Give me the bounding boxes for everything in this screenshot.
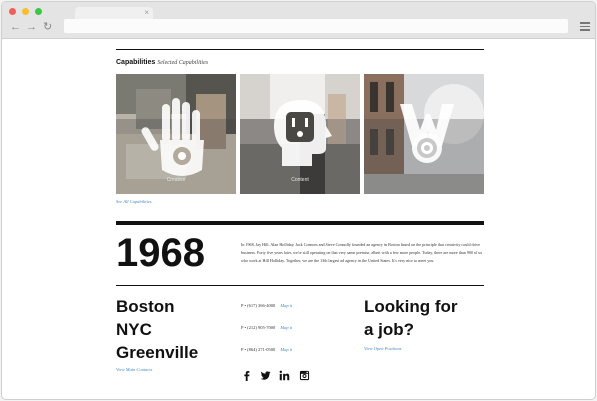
thick-divider: [116, 221, 484, 225]
capability-card-creative[interactable]: Creative: [116, 74, 236, 194]
map-it-link[interactable]: Map it: [280, 303, 292, 308]
map-it-link[interactable]: Map it: [280, 325, 292, 330]
phone-row: P • (212) 905-7000 Map it: [241, 325, 292, 330]
founding-year: 1968: [116, 231, 205, 275]
head-outlet-icon: [274, 100, 332, 166]
forward-icon[interactable]: →: [26, 20, 37, 34]
phone-row: P • (864) 271-0500 Map it: [241, 347, 292, 352]
card-label-content: Content: [291, 177, 309, 183]
reload-icon[interactable]: ↻: [43, 20, 52, 34]
capability-card-content[interactable]: Content: [240, 74, 360, 194]
job-heading-line: a job?: [364, 320, 415, 339]
phone-number: P • (864) 271-0500: [241, 347, 276, 352]
view-main-contacts-link[interactable]: View Main Contacts: [116, 367, 152, 372]
capability-card-third[interactable]: [364, 74, 484, 194]
browser-chrome: × ← → ↻: [2, 2, 595, 39]
window-minimize-button[interactable]: [22, 8, 29, 15]
middle-divider: [116, 285, 484, 286]
office-cities: Boston NYC Greenville: [116, 295, 198, 364]
browser-tab[interactable]: ×: [75, 7, 153, 19]
job-heading: Looking for a job?: [364, 295, 457, 341]
capabilities-subtitle: Selected Capabilities: [157, 60, 209, 66]
top-divider: [116, 49, 484, 50]
back-icon[interactable]: ←: [10, 20, 21, 34]
instagram-icon[interactable]: [299, 370, 310, 381]
card-label-creative: Creative: [166, 177, 186, 183]
city-boston: Boston: [116, 297, 175, 316]
phone-number: P • (212) 905-7000: [241, 325, 276, 330]
menu-icon[interactable]: [580, 22, 590, 33]
facebook-icon[interactable]: [241, 370, 252, 381]
linkedin-icon[interactable]: [279, 370, 290, 381]
city-nyc: NYC: [116, 320, 152, 339]
twitter-icon[interactable]: [260, 370, 271, 381]
w-target-icon: [400, 104, 454, 163]
job-heading-line: Looking for: [364, 297, 458, 316]
about-paragraph: In 1968, Jay Hill, Alan Holliday, Jack C…: [241, 242, 483, 263]
page-content: Capabilities Selected Capabilities Creat…: [2, 39, 595, 399]
phone-row: P • (617) 366-4000 Map it: [241, 303, 292, 308]
browser-window: × ← → ↻ Capabilities Selected Capabiliti…: [1, 1, 596, 400]
phone-number: P • (617) 366-4000: [241, 303, 276, 308]
view-open-positions-link[interactable]: View Open Positions: [364, 346, 401, 351]
capabilities-title: Capabilities: [116, 59, 156, 66]
map-it-link[interactable]: Map it: [280, 347, 292, 352]
window-maximize-button[interactable]: [35, 8, 42, 15]
city-greenville: Greenville: [116, 343, 199, 362]
window-close-button[interactable]: [9, 8, 16, 15]
tab-close-icon[interactable]: ×: [144, 7, 149, 19]
see-all-capabilities-link[interactable]: See All Capabilities: [116, 199, 152, 204]
capabilities-heading: Capabilities Selected Capabilities: [116, 58, 208, 68]
address-bar[interactable]: [64, 19, 568, 33]
hand-eye-icon: [141, 98, 204, 176]
